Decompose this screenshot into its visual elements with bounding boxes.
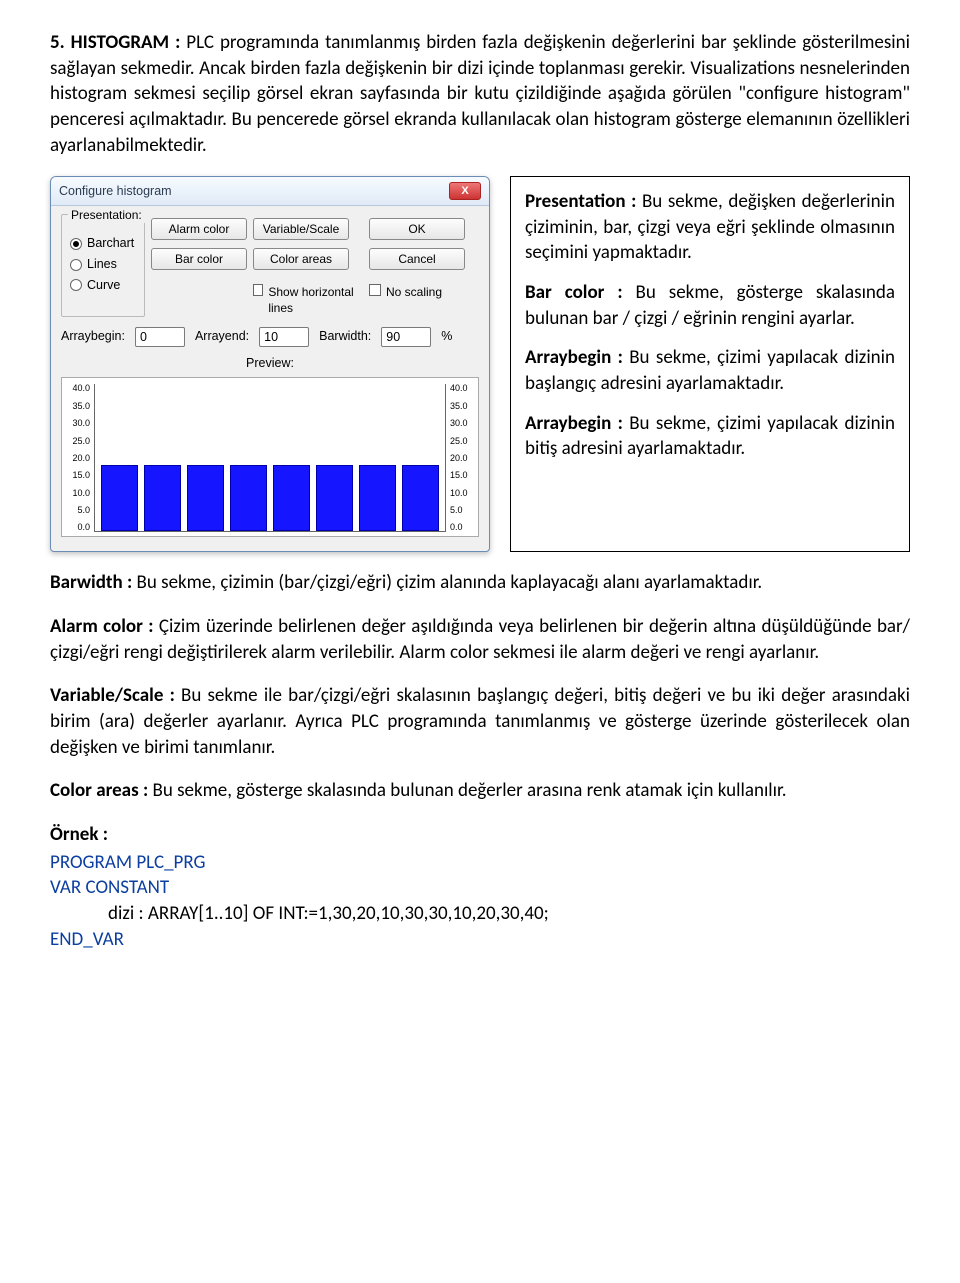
tick: 20.0 bbox=[450, 454, 468, 463]
side-definitions-box: Presentation : Bu sekme, değişken değerl… bbox=[510, 176, 910, 552]
bar-color-button[interactable]: Bar color bbox=[151, 248, 247, 270]
preview-label: Preview: bbox=[61, 355, 479, 372]
tick: 10.0 bbox=[72, 489, 90, 498]
tick: 15.0 bbox=[450, 471, 468, 480]
arrayend-input[interactable] bbox=[259, 327, 309, 347]
arrayend-label: Arrayend: bbox=[195, 328, 249, 345]
tick: 35.0 bbox=[450, 402, 468, 411]
radio-label: Curve bbox=[87, 277, 120, 294]
side-title: Arraybegin : bbox=[525, 346, 623, 369]
dialog-top-row: Presentation: Barchart Lines Curve bbox=[61, 214, 479, 316]
colorareas-title: Color areas : bbox=[50, 779, 148, 802]
varscale-paragraph: Variable/Scale : Bu sekme ile bar/çizgi/… bbox=[50, 683, 910, 760]
color-areas-button[interactable]: Color areas bbox=[253, 248, 349, 270]
example-line-2: VAR CONSTANT bbox=[50, 875, 910, 901]
dialog-titlebar: Configure histogram X bbox=[51, 177, 489, 206]
radio-icon bbox=[70, 259, 82, 271]
tick: 0.0 bbox=[450, 523, 463, 532]
tick: 25.0 bbox=[72, 437, 90, 446]
checkbox-label: No scaling bbox=[386, 284, 442, 300]
barwidth-paragraph: Barwidth : Bu sekme, çizimin (bar/çizgi/… bbox=[50, 570, 910, 596]
bar bbox=[144, 465, 181, 531]
radio-curve[interactable]: Curve bbox=[70, 277, 136, 294]
side-title: Presentation : bbox=[525, 190, 636, 213]
bar bbox=[359, 465, 396, 531]
side-title: Arraybegin : bbox=[525, 412, 623, 435]
tick: 0.0 bbox=[77, 523, 90, 532]
dialog-and-side-row: Configure histogram X Presentation: Barc… bbox=[50, 176, 910, 552]
bar bbox=[101, 465, 138, 531]
arraybegin-label: Arraybegin: bbox=[61, 328, 125, 345]
colorareas-text: Bu sekme, gösterge skalasında bulunan de… bbox=[148, 779, 786, 802]
histogram-title: 5. HISTOGRAM : bbox=[50, 31, 180, 54]
example-line-4: END_VAR bbox=[50, 927, 910, 953]
checkbox-icon bbox=[253, 284, 263, 296]
tick: 40.0 bbox=[450, 384, 468, 393]
bar bbox=[402, 465, 439, 531]
tick: 35.0 bbox=[72, 402, 90, 411]
varscale-text: Bu sekme ile bar/çizgi/eğri skalasının b… bbox=[50, 684, 910, 758]
radio-icon bbox=[70, 238, 82, 250]
radio-label: Barchart bbox=[87, 235, 134, 252]
tick: 30.0 bbox=[72, 419, 90, 428]
ok-button[interactable]: OK bbox=[369, 218, 465, 240]
dialog-mid-row: Arraybegin: Arrayend: Barwidth: % bbox=[61, 327, 479, 347]
tick: 5.0 bbox=[77, 506, 90, 515]
show-horizontal-checkbox[interactable]: Show horizontal lines bbox=[253, 284, 363, 316]
close-icon[interactable]: X bbox=[449, 182, 481, 200]
radio-icon bbox=[70, 279, 82, 291]
tick: 15.0 bbox=[72, 471, 90, 480]
alarm-color-button[interactable]: Alarm color bbox=[151, 218, 247, 240]
side-title: Bar color : bbox=[525, 281, 623, 304]
bars-container bbox=[94, 384, 446, 532]
checkbox-icon bbox=[369, 284, 381, 296]
barwidth-input[interactable] bbox=[381, 327, 431, 347]
bar bbox=[230, 465, 267, 531]
presentation-group: Presentation: Barchart Lines Curve bbox=[61, 214, 145, 316]
tick: 30.0 bbox=[450, 419, 468, 428]
button-col-1: Alarm color Bar color bbox=[151, 214, 247, 316]
barwidth-title: Barwidth : bbox=[50, 571, 132, 594]
arraybegin-input[interactable] bbox=[135, 327, 185, 347]
radio-lines[interactable]: Lines bbox=[70, 256, 136, 273]
y-axis-left: 40.0 35.0 30.0 25.0 20.0 15.0 10.0 5.0 0… bbox=[68, 384, 94, 532]
bar bbox=[187, 465, 224, 531]
histogram-intro-paragraph: 5. HISTOGRAM : PLC programında tanımlanm… bbox=[50, 30, 910, 158]
alarmcolor-text: Çizim üzerinde belirlenen değer aşıldığı… bbox=[50, 615, 910, 664]
percent-label: % bbox=[441, 328, 452, 345]
alarmcolor-title: Alarm color : bbox=[50, 615, 154, 638]
cancel-button[interactable]: Cancel bbox=[369, 248, 465, 270]
tick: 10.0 bbox=[450, 489, 468, 498]
bar bbox=[316, 465, 353, 531]
example-line-1: PROGRAM PLC_PRG bbox=[50, 850, 910, 876]
radio-barchart[interactable]: Barchart bbox=[70, 235, 136, 252]
presentation-group-label: Presentation: bbox=[68, 207, 145, 223]
dialog-body: Presentation: Barchart Lines Curve bbox=[51, 206, 489, 551]
dialog-column: Configure histogram X Presentation: Barc… bbox=[50, 176, 490, 552]
barwidth-label: Barwidth: bbox=[319, 328, 371, 345]
checkbox-label: Show horizontal lines bbox=[268, 284, 363, 316]
alarmcolor-paragraph: Alarm color : Çizim üzerinde belirlenen … bbox=[50, 614, 910, 665]
example-block: Örnek : PROGRAM PLC_PRG VAR CONSTANT diz… bbox=[50, 822, 910, 952]
radio-label: Lines bbox=[87, 256, 117, 273]
variable-scale-button[interactable]: Variable/Scale bbox=[253, 218, 349, 240]
varscale-title: Variable/Scale : bbox=[50, 684, 175, 707]
bar bbox=[273, 465, 310, 531]
tick: 5.0 bbox=[450, 506, 463, 515]
configure-histogram-dialog: Configure histogram X Presentation: Barc… bbox=[50, 176, 490, 552]
tick: 25.0 bbox=[450, 437, 468, 446]
tick: 20.0 bbox=[72, 454, 90, 463]
y-axis-right: 40.0 35.0 30.0 25.0 20.0 15.0 10.0 5.0 0… bbox=[446, 384, 472, 532]
button-col-2: Variable/Scale Color areas Show horizont… bbox=[253, 214, 363, 316]
tick: 40.0 bbox=[72, 384, 90, 393]
barwidth-text: Bu sekme, çizimin (bar/çizgi/eğri) çizim… bbox=[132, 571, 762, 594]
example-title: Örnek : bbox=[50, 822, 910, 848]
no-scaling-checkbox[interactable]: No scaling bbox=[369, 284, 479, 300]
dialog-title: Configure histogram bbox=[59, 183, 172, 200]
colorareas-paragraph: Color areas : Bu sekme, gösterge skalası… bbox=[50, 778, 910, 804]
example-line-3: dizi : ARRAY[1..10] OF INT:=1,30,20,10,3… bbox=[50, 901, 910, 927]
histogram-preview-chart: 40.0 35.0 30.0 25.0 20.0 15.0 10.0 5.0 0… bbox=[61, 377, 479, 537]
button-col-3: OK Cancel No scaling bbox=[369, 214, 479, 316]
